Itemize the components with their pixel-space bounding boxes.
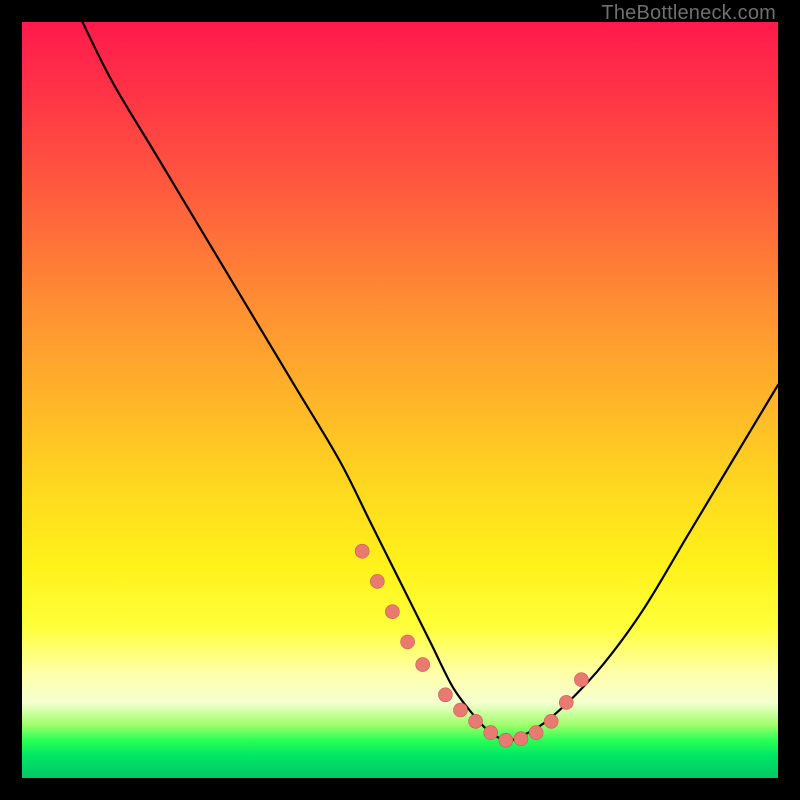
- watermark-text: TheBottleneck.com: [601, 2, 776, 25]
- highlight-dot: [499, 733, 513, 747]
- highlight-dot: [438, 688, 452, 702]
- highlight-dot: [544, 714, 558, 728]
- plot-area: [22, 22, 778, 778]
- highlight-dot: [574, 673, 588, 687]
- highlight-dot: [355, 544, 369, 558]
- highlight-dot: [484, 726, 498, 740]
- chart-frame: TheBottleneck.com: [0, 0, 800, 800]
- highlight-dot: [469, 714, 483, 728]
- highlight-dot: [401, 635, 415, 649]
- highlight-dot: [559, 695, 573, 709]
- highlight-dot: [514, 732, 528, 746]
- highlight-dot: [529, 726, 543, 740]
- highlight-dot: [454, 703, 468, 717]
- highlight-dots-group: [355, 544, 588, 747]
- bottleneck-curve: [82, 22, 778, 740]
- highlight-dot: [370, 574, 384, 588]
- curve-svg: [22, 22, 778, 778]
- highlight-dot: [416, 658, 430, 672]
- highlight-dot: [385, 605, 399, 619]
